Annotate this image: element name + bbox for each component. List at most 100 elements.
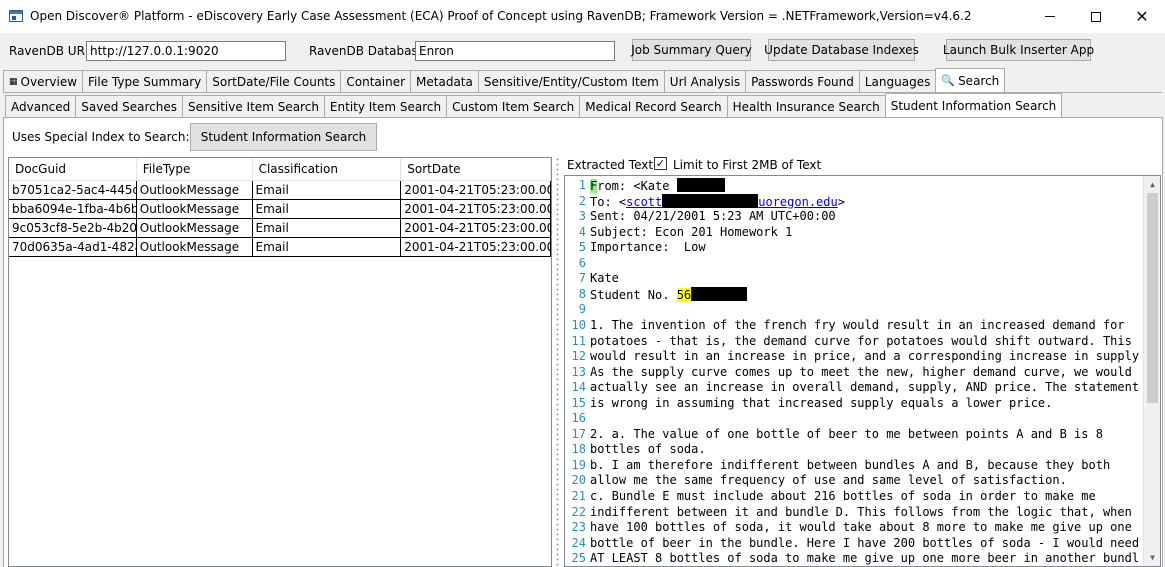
- tab-entity-item-search[interactable]: Entity Item Search: [323, 95, 448, 117]
- line-number: 14: [571, 380, 586, 395]
- pane-splitter[interactable]: [555, 157, 560, 567]
- line-number: 6: [578, 255, 586, 270]
- email-link-domain[interactable]: uoregon.edu: [758, 195, 837, 209]
- table-row[interactable]: 9c053cf8-5e2b-4b20- OutlookMessage Email…: [9, 219, 551, 238]
- connection-toolbar: RavenDB URL: RavenDB Database: Job Summa…: [0, 33, 1165, 67]
- tab-overview[interactable]: ▦ Overview: [3, 70, 84, 92]
- column-header-sortdate[interactable]: SortDate: [401, 158, 551, 181]
- line-number: 19: [571, 457, 586, 472]
- tab-saved-searches[interactable]: Saved Searches: [75, 95, 184, 117]
- table-row[interactable]: 70d0635a-4ad1-482a OutlookMessage Email …: [9, 238, 551, 257]
- tab-passwords-found[interactable]: Passwords Found: [745, 70, 860, 92]
- ravendb-database-label: RavenDB Database:: [309, 44, 430, 58]
- cell-classification: Email: [252, 219, 402, 238]
- tab-medical-record-search[interactable]: Medical Record Search: [579, 95, 728, 117]
- scroll-up-icon[interactable]: ▲: [1144, 176, 1160, 193]
- text-line: 25 AT LEAST 8 bottles of soda to make me …: [565, 551, 1145, 566]
- text-line: 15 is wrong in assuming that increased su…: [565, 396, 1145, 412]
- maximize-icon: [1091, 11, 1101, 22]
- line-text: b. I am therefore indifferent between bu…: [590, 457, 1111, 472]
- line-text: c. Bundle E must include about 216 bottl…: [590, 489, 1096, 503]
- window-title: Open Discover® Platform - eDiscovery Ear…: [30, 9, 972, 23]
- text-line: 24 bottle of beer in the bundle. Here I h…: [565, 536, 1145, 552]
- ravendb-database-input[interactable]: [415, 41, 615, 61]
- tab-sortdate-file-counts[interactable]: SortDate/File Counts: [206, 70, 342, 92]
- text-line: 11 potatoes - that is, the demand curve f…: [565, 334, 1145, 350]
- line-number: 25: [571, 551, 586, 566]
- close-button[interactable]: ✕: [1119, 0, 1165, 33]
- job-summary-query-button[interactable]: Job Summary Query: [631, 39, 752, 61]
- extracted-text-viewer[interactable]: 1 From: <Kate 2 To: <scott uoregon.edu> 3 Sen…: [564, 175, 1161, 567]
- cell-classification: Email: [252, 181, 402, 200]
- line-number: 15: [571, 395, 586, 410]
- column-header-classification[interactable]: Classification: [252, 158, 402, 181]
- text-line: 13 As the supply curve comes up to meet t…: [565, 365, 1145, 381]
- launch-bulk-inserter-button[interactable]: Launch Bulk Inserter App: [943, 39, 1094, 61]
- results-grid[interactable]: DocGuid FileType Classification SortDate…: [8, 157, 552, 567]
- line-text: Kate: [590, 271, 627, 286]
- cell-classification: Email: [252, 200, 402, 219]
- line-number: 18: [571, 442, 586, 457]
- scroll-down-icon[interactable]: ▼: [1144, 549, 1160, 566]
- student-information-search-button[interactable]: Student Information Search: [190, 123, 377, 151]
- table-row[interactable]: b7051ca2-5ac4-445d OutlookMessage Email …: [9, 181, 551, 200]
- limit-2mb-checkbox[interactable]: ✓: [654, 157, 667, 170]
- limit-2mb-label[interactable]: Limit to First 2MB of Text: [673, 158, 821, 172]
- table-row[interactable]: bba6094e-1fba-4b6b OutlookMessage Email …: [9, 200, 551, 219]
- line-text: bottles of soda.: [590, 442, 706, 457]
- tab-custom-item-search[interactable]: Custom Item Search: [446, 95, 581, 117]
- line-number: 10: [571, 317, 586, 332]
- line-number: 12: [571, 349, 586, 364]
- tab-file-type-summary[interactable]: File Type Summary: [82, 70, 208, 92]
- column-header-filetype[interactable]: FileType: [136, 158, 253, 181]
- tab-languages[interactable]: Languages: [858, 70, 937, 92]
- tab-student-information-search[interactable]: Student Information Search: [884, 93, 1063, 117]
- line-text-content: rom: <Kate: [597, 179, 677, 193]
- scroll-thumb[interactable]: [1147, 193, 1158, 403]
- text-line: 7 Kate: [565, 271, 1145, 287]
- line-text: is wrong in assuming that increased supp…: [590, 395, 1053, 410]
- redaction-box: [662, 193, 759, 208]
- tab-advanced[interactable]: Advanced: [5, 95, 77, 117]
- tab-metadata[interactable]: Metadata: [410, 70, 479, 92]
- text-line: 21 c. Bundle E must include about 216 bot…: [565, 489, 1145, 505]
- text-line: 9: [565, 302, 1145, 318]
- app-window-icon: [9, 10, 23, 22]
- tab-url-analysis[interactable]: Url Analysis: [663, 70, 747, 92]
- extracted-text-label: Extracted Text:: [567, 158, 658, 172]
- text-line: 17 2. a. The value of one bottle of beer …: [565, 427, 1145, 443]
- ravendb-url-input[interactable]: [86, 41, 286, 61]
- line-number: 17: [571, 426, 586, 441]
- email-link[interactable]: scott: [626, 195, 662, 209]
- cell-docguid: bba6094e-1fba-4b6b: [9, 200, 137, 219]
- line-number: 13: [571, 364, 586, 379]
- maximize-button[interactable]: [1073, 0, 1119, 33]
- tab-health-insurance-search[interactable]: Health Insurance Search: [726, 95, 886, 117]
- minimize-button[interactable]: [1027, 0, 1073, 33]
- update-database-indexes-button[interactable]: Update Database Indexes: [764, 39, 919, 61]
- tab-sensitive-entity-custom[interactable]: Sensitive/Entity/Custom Item: [477, 70, 665, 92]
- cell-sortdate: 2001-04-21T05:23:00.00000: [401, 219, 551, 238]
- text-line: 5 Importance: Low: [565, 240, 1145, 256]
- tab-search[interactable]: 🔍 Search: [935, 68, 1006, 92]
- column-header-docguid[interactable]: DocGuid: [9, 158, 137, 181]
- line-number: 7: [578, 271, 586, 286]
- tab-container[interactable]: Container: [340, 70, 412, 92]
- line-text: As the supply curve comes up to meet the…: [590, 364, 1132, 379]
- title-bar: Open Discover® Platform - eDiscovery Ear…: [0, 0, 1165, 33]
- line-text-content: Student No.: [590, 287, 677, 302]
- text-line: 12 would result in an increase in price, …: [565, 349, 1145, 365]
- student-number-highlight: 56: [676, 287, 692, 302]
- main-tab-bar: ▦ Overview File Type Summary SortDate/Fil…: [3, 68, 1006, 92]
- line-number: 23: [571, 520, 586, 535]
- line-text: Student No. 56: [590, 286, 748, 304]
- line-text: Importance: Low: [590, 240, 706, 255]
- line-number: 8: [578, 286, 586, 301]
- tab-sensitive-item-search[interactable]: Sensitive Item Search: [182, 95, 325, 117]
- close-icon: ✕: [1135, 6, 1149, 26]
- checkmark-icon: ✓: [655, 157, 666, 170]
- cell-filetype: OutlookMessage: [136, 181, 253, 200]
- vertical-scrollbar[interactable]: ▲ ▼: [1143, 176, 1160, 566]
- minimize-icon: [1045, 16, 1055, 17]
- line-text: have 100 bottles of soda, it would take …: [590, 520, 1132, 535]
